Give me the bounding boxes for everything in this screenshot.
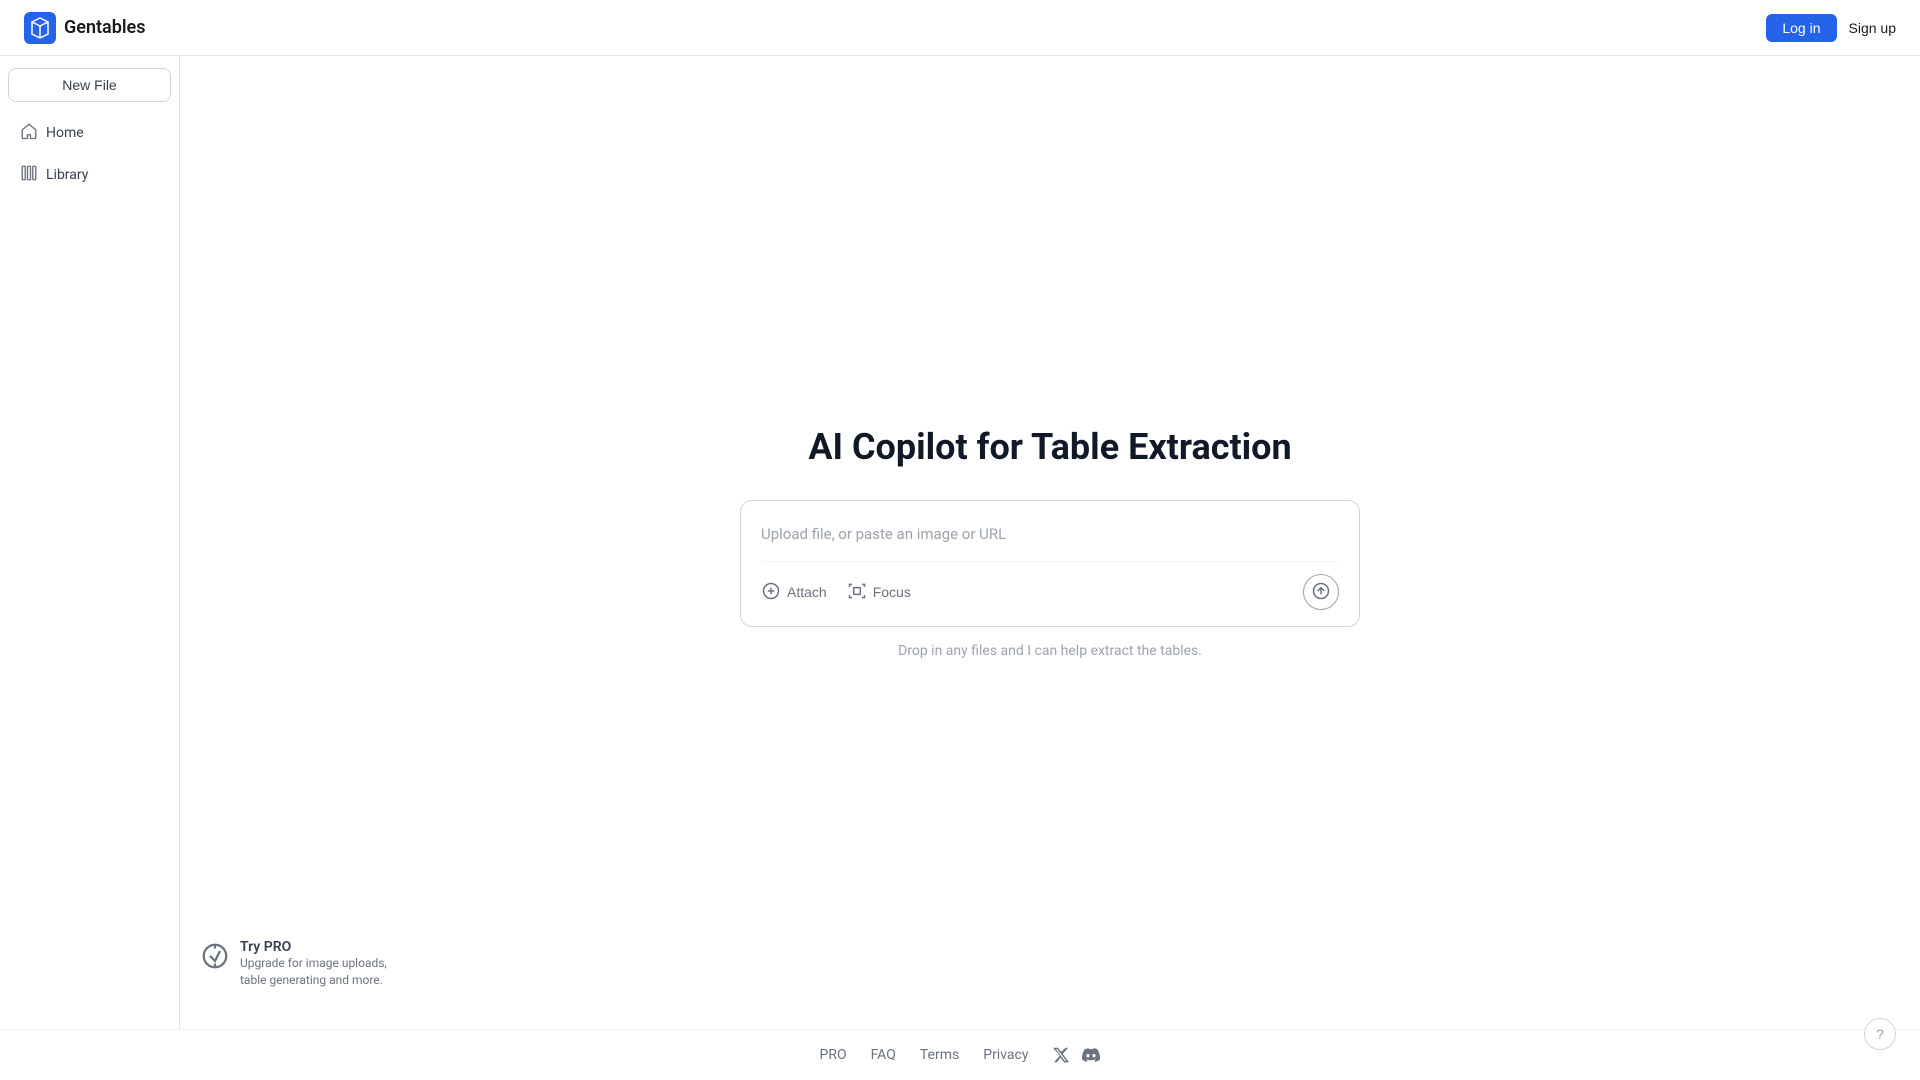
upload-box: Upload file, or paste an image or URL At…	[740, 500, 1360, 627]
footer-icons	[1052, 1046, 1100, 1064]
upload-actions: Attach Focus	[761, 561, 1339, 610]
submit-icon	[1311, 581, 1331, 604]
login-button[interactable]: Log in	[1766, 14, 1836, 42]
page-title: AI Copilot for Table Extraction	[808, 426, 1291, 468]
promo-section[interactable]: Try PRO Upgrade for image uploads, table…	[200, 939, 400, 989]
library-icon	[20, 164, 38, 186]
pro-icon	[200, 941, 230, 971]
footer-link-privacy[interactable]: Privacy	[983, 1047, 1028, 1063]
signup-button[interactable]: Sign up	[1849, 20, 1896, 36]
attach-button[interactable]: Attach	[761, 581, 827, 604]
promo-description: Upgrade for image uploads, table generat…	[240, 955, 400, 989]
focus-button[interactable]: Focus	[847, 581, 911, 604]
footer: PRO FAQ Terms Privacy	[0, 1029, 1920, 1080]
help-button[interactable]: ?	[1864, 1018, 1896, 1050]
upload-placeholder: Upload file, or paste an image or URL	[761, 525, 1006, 543]
upload-left-actions: Attach Focus	[761, 581, 911, 604]
sidebar-item-library[interactable]: Library	[8, 156, 171, 194]
sidebar: New File Home Library	[0, 56, 180, 1029]
footer-link-terms[interactable]: Terms	[920, 1047, 959, 1063]
new-file-button[interactable]: New File	[8, 68, 171, 102]
logo-icon	[24, 12, 56, 44]
footer-link-pro[interactable]: PRO	[820, 1047, 847, 1063]
help-icon: ?	[1876, 1026, 1884, 1042]
focus-icon	[847, 581, 867, 604]
sidebar-item-home-label: Home	[46, 125, 84, 141]
submit-button[interactable]	[1303, 574, 1339, 610]
attach-icon	[761, 581, 781, 604]
promo-text: Try PRO Upgrade for image uploads, table…	[240, 939, 400, 989]
drop-hint: Drop in any files and I can help extract…	[898, 643, 1202, 659]
focus-label: Focus	[873, 584, 911, 600]
home-icon	[20, 122, 38, 144]
header: Gentables Log in Sign up	[0, 0, 1920, 56]
sidebar-item-library-label: Library	[46, 167, 88, 183]
header-actions: Log in Sign up	[1766, 14, 1896, 42]
main-content: AI Copilot for Table Extraction Upload f…	[180, 56, 1920, 1029]
upload-input-area[interactable]: Upload file, or paste an image or URL	[761, 521, 1339, 561]
promo-title: Try PRO	[240, 939, 400, 955]
sidebar-item-home[interactable]: Home	[8, 114, 171, 152]
logo-text: Gentables	[64, 17, 145, 38]
body-layout: New File Home Library AI Copilot for Tab…	[0, 56, 1920, 1029]
logo: Gentables	[24, 12, 145, 44]
footer-link-faq[interactable]: FAQ	[871, 1047, 896, 1063]
discord-icon[interactable]	[1082, 1046, 1100, 1064]
twitter-icon[interactable]	[1052, 1046, 1070, 1064]
attach-label: Attach	[787, 584, 827, 600]
